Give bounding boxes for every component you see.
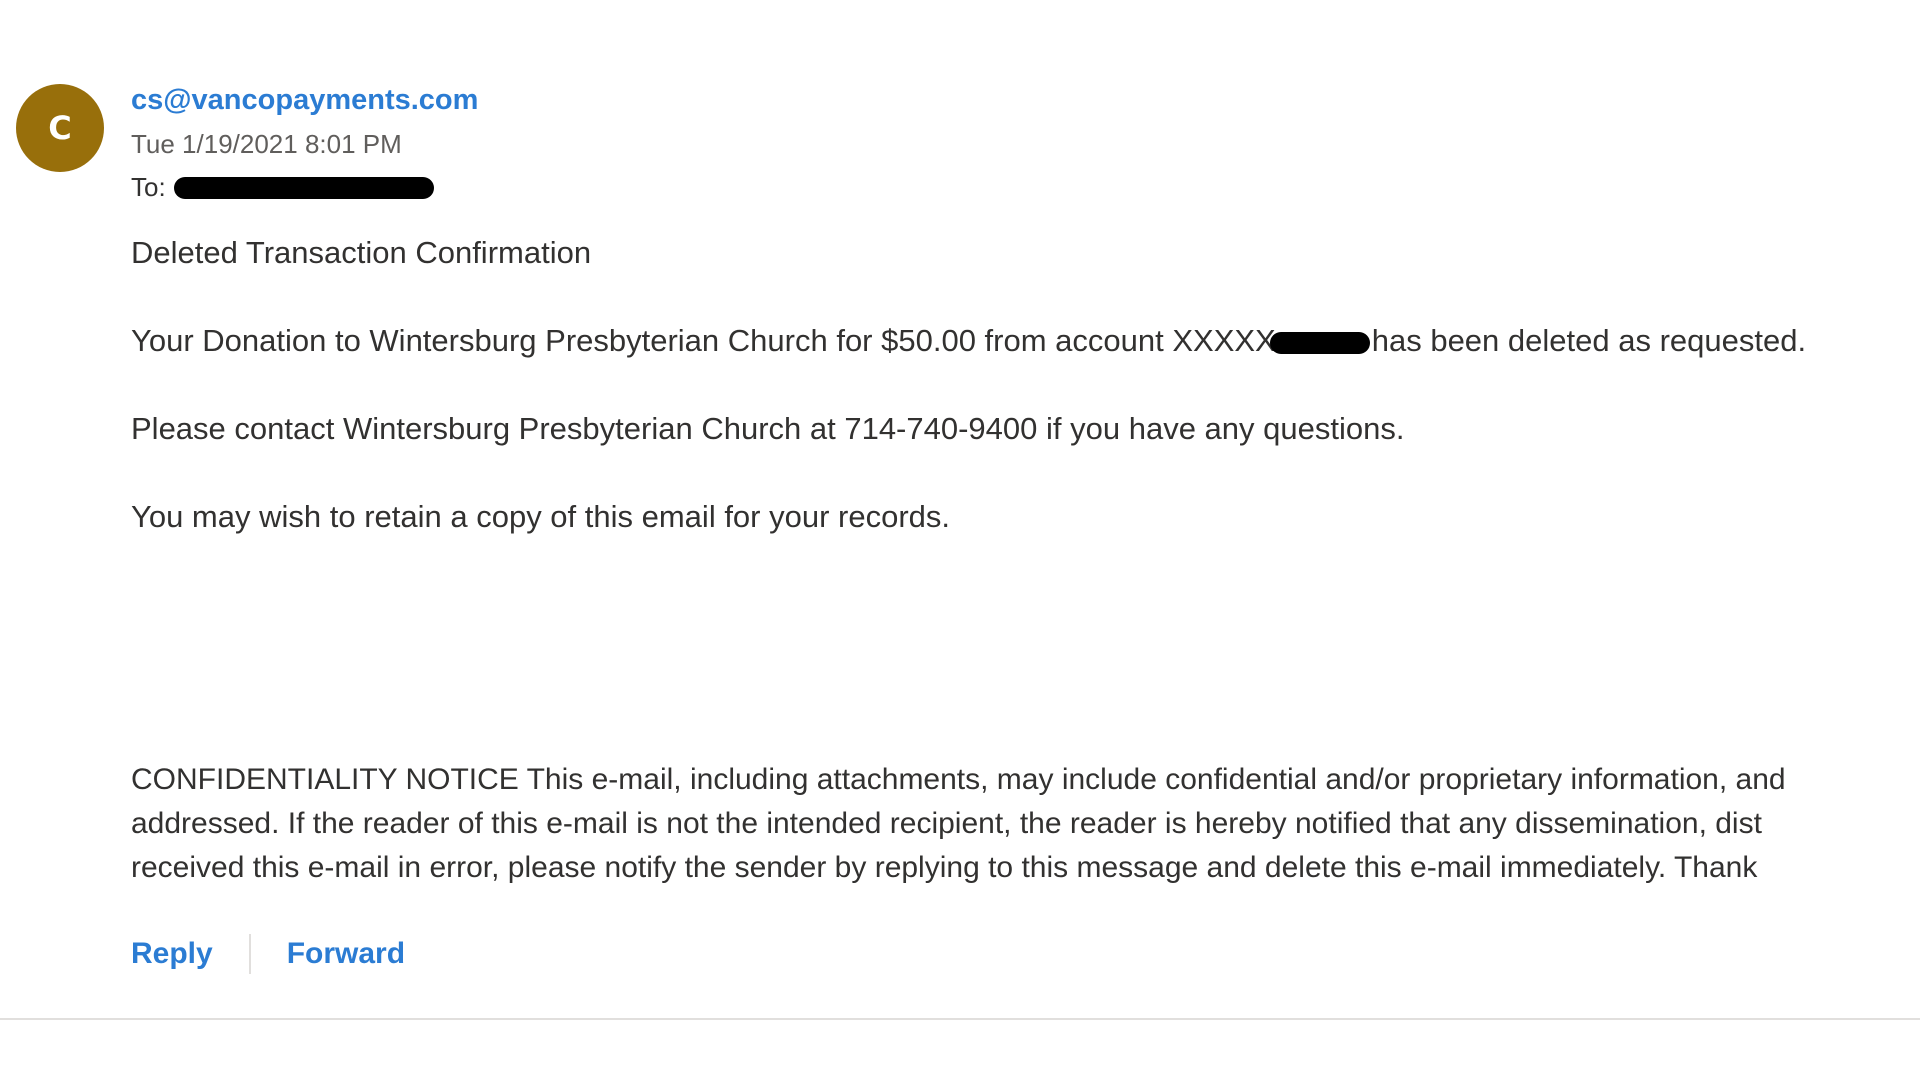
notice-line: CONFIDENTIALITY NOTICE This e-mail, incl… bbox=[131, 763, 1786, 796]
message-actions: Reply Forward bbox=[131, 934, 405, 974]
recipient-redaction bbox=[173, 176, 434, 199]
account-redaction bbox=[1269, 331, 1370, 354]
retain-line: You may wish to retain a copy of this em… bbox=[131, 499, 951, 534]
donation-text-suffix: has been deleted as requested. bbox=[1371, 323, 1807, 358]
to-label: To: bbox=[131, 172, 166, 202]
sent-date: Tue 1/19/2021 8:01 PM bbox=[131, 129, 402, 159]
forward-button[interactable]: Forward bbox=[287, 937, 405, 971]
recipient-row: To: bbox=[131, 172, 434, 203]
contact-line: Please contact Wintersburg Presbyterian … bbox=[131, 411, 1405, 446]
reply-button[interactable]: Reply bbox=[131, 937, 213, 971]
donation-line: Your Donation to Wintersburg Presbyteria… bbox=[131, 323, 1806, 359]
sender-avatar[interactable]: C bbox=[16, 84, 104, 172]
bottom-divider bbox=[0, 1018, 1920, 1020]
notice-line: received this e-mail in error, please no… bbox=[131, 851, 1758, 884]
email-message: C cs@vancopayments.com Tue 1/19/2021 8:0… bbox=[0, 0, 1920, 1080]
confidentiality-notice: CONFIDENTIALITY NOTICE This e-mail, incl… bbox=[131, 758, 1920, 890]
donation-text-prefix: Your Donation to Wintersburg Presbyteria… bbox=[131, 323, 1276, 358]
notice-line: addressed. If the reader of this e-mail … bbox=[131, 807, 1762, 840]
avatar-initial: C bbox=[48, 109, 72, 147]
sender-email-link[interactable]: cs@vancopayments.com bbox=[131, 84, 478, 117]
subject-line: Deleted Transaction Confirmation bbox=[131, 235, 592, 270]
action-separator bbox=[248, 934, 251, 974]
